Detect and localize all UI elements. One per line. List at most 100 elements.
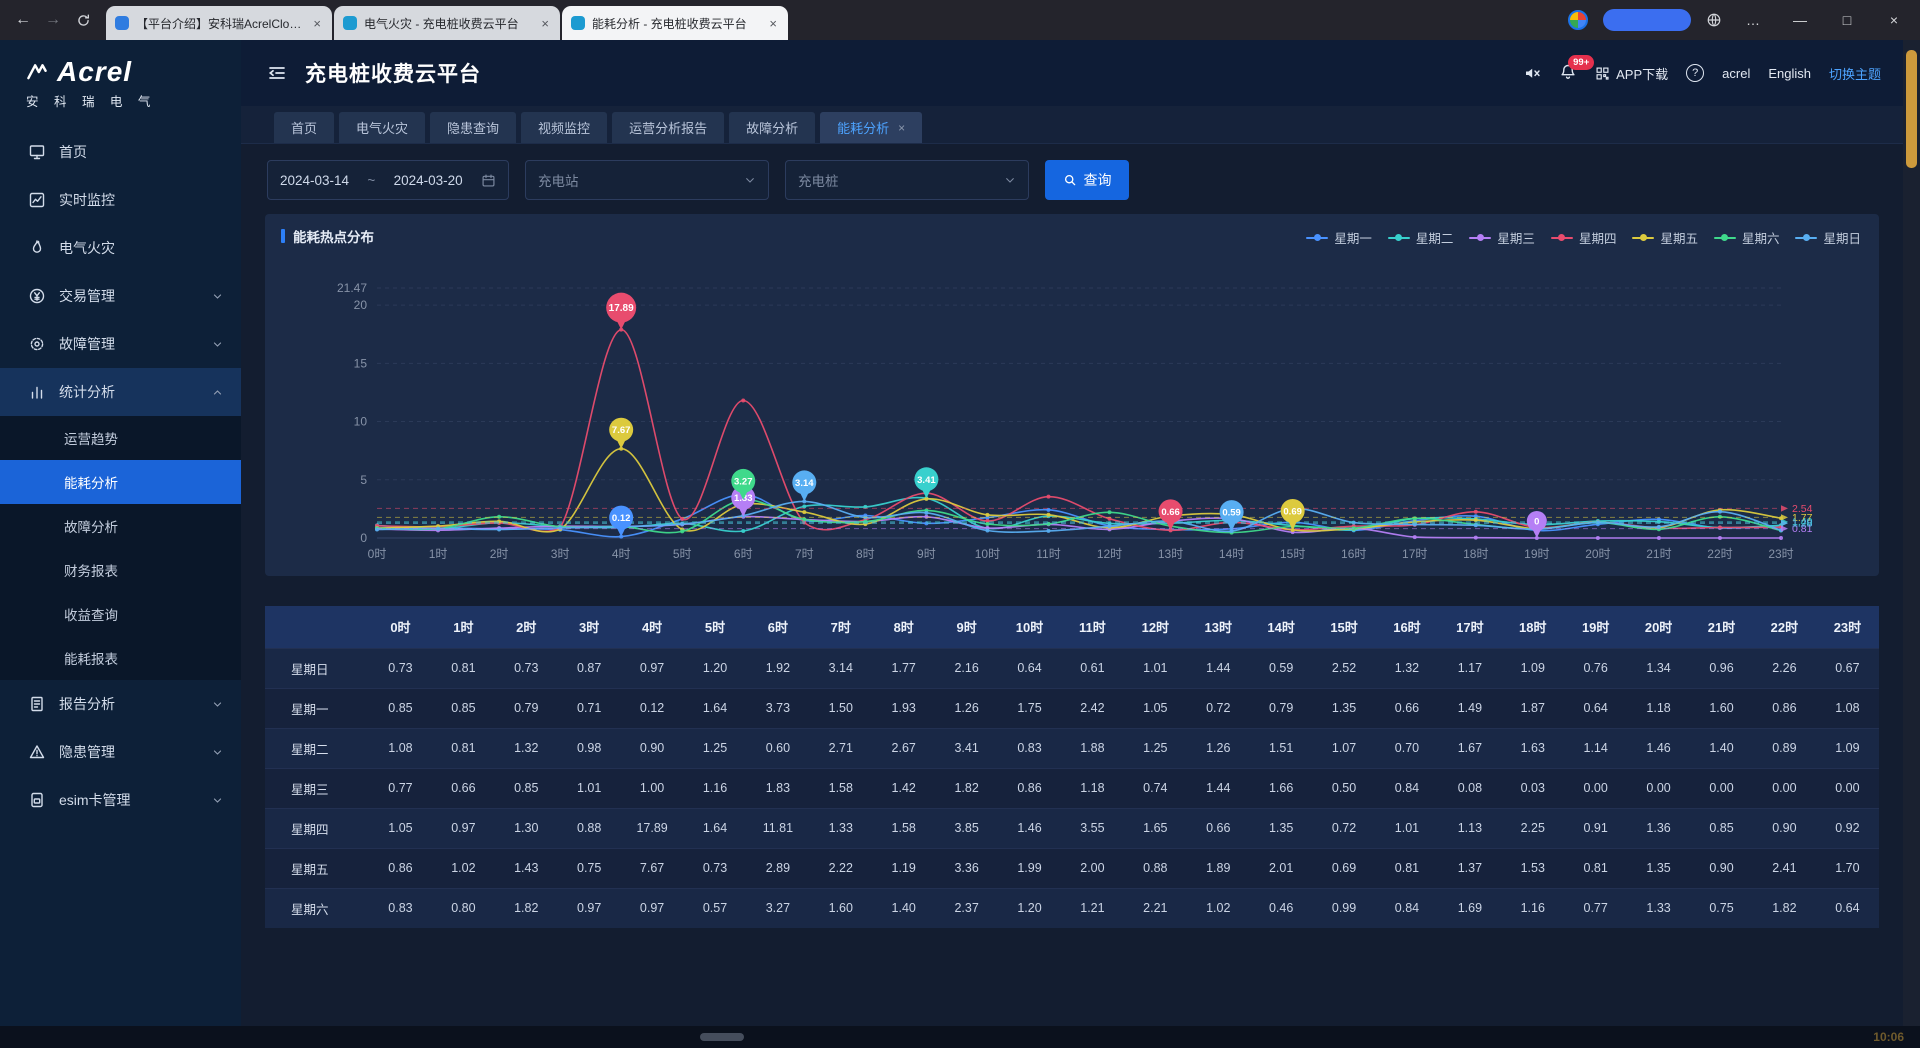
legend-item-星期日[interactable]: 星期日 <box>1795 228 1861 247</box>
page-tab-电气火灾[interactable]: 电气火灾 <box>339 112 425 143</box>
app-download-link[interactable]: APP下载 <box>1595 64 1668 83</box>
browser-tab[interactable]: 电气火灾 - 充电桩收费云平台× <box>334 6 560 40</box>
x-axis-tick-label: 6时 <box>734 547 753 561</box>
chevron-down-icon <box>212 699 223 710</box>
sidebar-item-故障管理[interactable]: 故障管理 <box>0 320 241 368</box>
query-button[interactable]: 查询 <box>1045 160 1129 200</box>
page-tab-能耗分析[interactable]: 能耗分析× <box>820 112 922 143</box>
table-cell: 1.20 <box>998 888 1061 928</box>
tab-close-button[interactable]: × <box>539 16 551 31</box>
page-tab-故障分析[interactable]: 故障分析 <box>729 112 815 143</box>
sidebar-item-实时监控[interactable]: 实时监控 <box>0 176 241 224</box>
legend-item-星期一[interactable]: 星期一 <box>1306 228 1372 247</box>
window-minimize-button[interactable]: — <box>1784 12 1816 28</box>
globe-icon[interactable] <box>1706 12 1722 28</box>
legend-item-星期三[interactable]: 星期三 <box>1469 228 1535 247</box>
station-select[interactable]: 充电站 <box>525 160 769 200</box>
sidebar-subitem-运营趋势[interactable]: 运营趋势 <box>0 416 241 460</box>
tab-close-button[interactable]: × <box>767 16 779 31</box>
sidebar-subitem-财务报表[interactable]: 财务报表 <box>0 548 241 592</box>
markline-arrow <box>1781 514 1788 520</box>
browser-tab[interactable]: 能耗分析 - 充电桩收费云平台× <box>562 6 788 40</box>
language-switch[interactable]: English <box>1768 66 1811 81</box>
legend-item-星期二[interactable]: 星期二 <box>1388 228 1454 247</box>
data-point <box>1046 513 1050 517</box>
window-close-button[interactable]: × <box>1878 12 1910 28</box>
bottom-bar: 10:06 <box>0 1026 1920 1048</box>
sidebar-item-隐患管理[interactable]: 隐患管理 <box>0 728 241 776</box>
table-cell: 0.64 <box>1564 688 1627 728</box>
data-point <box>1779 536 1783 540</box>
table-column-header: 5时 <box>684 606 747 648</box>
legend-item-星期六[interactable]: 星期六 <box>1714 228 1780 247</box>
table-cell: 3.73 <box>746 688 809 728</box>
data-point <box>1474 510 1478 514</box>
sidebar-subitem-能耗分析[interactable]: 能耗分析 <box>0 460 241 504</box>
table-cell: 1.87 <box>1501 688 1564 728</box>
table-cell: 0.83 <box>369 888 432 928</box>
sidebar-item-统计分析[interactable]: 统计分析 <box>0 368 241 416</box>
page-tab-隐患查询[interactable]: 隐患查询 <box>430 112 516 143</box>
table-cell: 1.16 <box>1501 888 1564 928</box>
sidebar-item-报告分析[interactable]: 报告分析 <box>0 680 241 728</box>
browser-back-button[interactable]: ← <box>8 5 38 35</box>
markpoint-pin-星期三: 0 <box>1527 511 1547 538</box>
tab-close-button[interactable]: × <box>311 16 323 31</box>
page-tab-视频监控[interactable]: 视频监控 <box>521 112 607 143</box>
sidebar-subitem-能耗报表[interactable]: 能耗报表 <box>0 636 241 680</box>
window-maximize-button[interactable]: □ <box>1831 12 1863 28</box>
username[interactable]: acrel <box>1722 66 1750 81</box>
table-cell: 3.14 <box>809 648 872 688</box>
table-cell: 3.41 <box>935 728 998 768</box>
table-cell: 0.03 <box>1501 768 1564 808</box>
filter-bar: 2024-03-14 ~ 2024-03-20 充电站 <box>241 144 1903 200</box>
table-cell: 1.00 <box>621 768 684 808</box>
notifications-bell[interactable]: 99+ <box>1559 63 1577 84</box>
date-range-picker[interactable]: 2024-03-14 ~ 2024-03-20 <box>267 160 509 200</box>
sidebar-subitem-故障分析[interactable]: 故障分析 <box>0 504 241 548</box>
data-point <box>1474 536 1478 540</box>
page-title: 充电桩收费云平台 <box>305 58 481 88</box>
table-column-header: 15时 <box>1313 606 1376 648</box>
table-column-header: 23时 <box>1816 606 1879 648</box>
sidebar-collapse-icon[interactable] <box>267 64 287 82</box>
sidebar-item-电气火灾[interactable]: 电气火灾 <box>0 224 241 272</box>
browser-profile-avatar[interactable] <box>1568 10 1588 30</box>
table-cell: 1.08 <box>369 728 432 768</box>
browser-extension-pill[interactable] <box>1603 9 1691 31</box>
table-cell: 1.01 <box>1376 808 1439 848</box>
help-button[interactable]: ? <box>1686 64 1704 82</box>
theme-switch-link[interactable]: 切换主题 <box>1829 64 1881 83</box>
legend-item-星期四[interactable]: 星期四 <box>1551 228 1617 247</box>
sidebar-item-首页[interactable]: 首页 <box>0 128 241 176</box>
mute-icon[interactable] <box>1523 64 1541 82</box>
app-download-label: APP下载 <box>1616 64 1668 83</box>
table-column-header: 21时 <box>1690 606 1753 648</box>
table-cell: 0.70 <box>1376 728 1439 768</box>
table-cell: 0.66 <box>1187 808 1250 848</box>
table-cell: 0.00 <box>1564 768 1627 808</box>
page-tab-close-button[interactable]: × <box>898 121 905 135</box>
sidebar-item-esim卡管理[interactable]: esim卡管理 <box>0 776 241 824</box>
table-cell: 1.20 <box>684 648 747 688</box>
x-axis-tick-label: 18时 <box>1463 547 1488 561</box>
scrollbar-thumb[interactable] <box>1906 50 1917 168</box>
legend-label: 星期六 <box>1742 228 1780 247</box>
sidebar-subitem-收益查询[interactable]: 收益查询 <box>0 592 241 636</box>
table-cell: 1.83 <box>746 768 809 808</box>
table-cell: 1.42 <box>872 768 935 808</box>
browser-tab[interactable]: 【平台介绍】安科瑞AcrelCloud-9× <box>106 6 332 40</box>
browser-forward-button[interactable]: → <box>38 5 68 35</box>
sidebar-item-交易管理[interactable]: 交易管理 <box>0 272 241 320</box>
table-cell: 0.80 <box>432 888 495 928</box>
page-tab-首页[interactable]: 首页 <box>274 112 334 143</box>
browser-menu-button[interactable]: … <box>1737 12 1769 28</box>
pile-select[interactable]: 充电桩 <box>785 160 1029 200</box>
horizontal-scrollbar-thumb[interactable] <box>700 1033 744 1041</box>
legend-item-星期五[interactable]: 星期五 <box>1632 228 1698 247</box>
markline-arrow <box>1781 505 1788 511</box>
table-cell: 1.92 <box>746 648 809 688</box>
page-tab-运营分析报告[interactable]: 运营分析报告 <box>612 112 724 143</box>
data-point <box>924 515 928 519</box>
browser-refresh-button[interactable] <box>68 5 98 35</box>
